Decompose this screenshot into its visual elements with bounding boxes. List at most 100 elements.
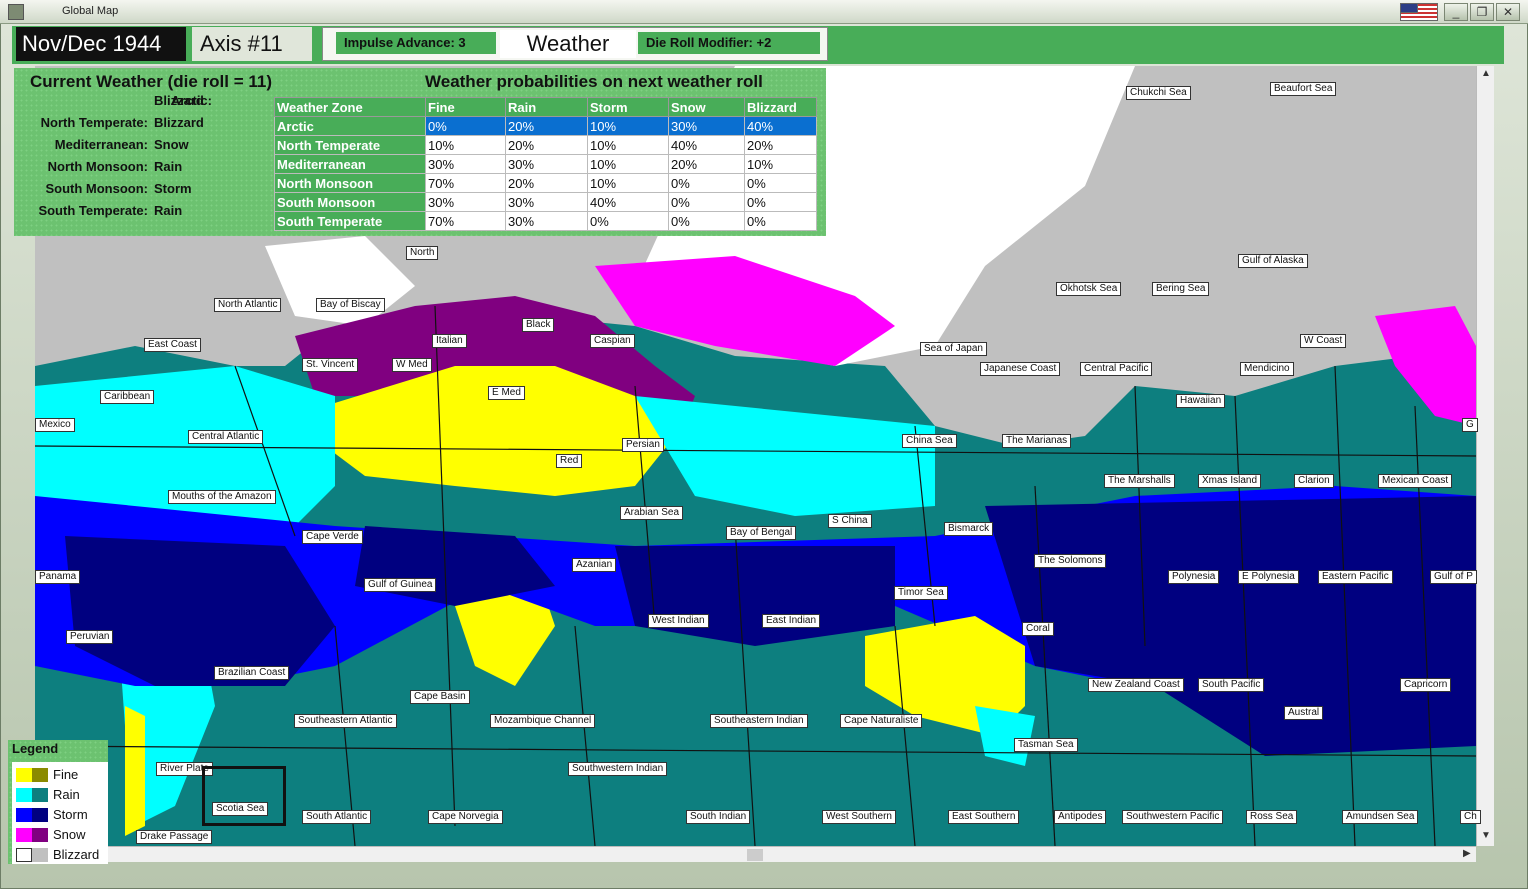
table-row[interactable]: North Temperate 10% 20% 10% 40% 20% — [274, 135, 817, 155]
sea-area-label[interactable]: Southwestern Pacific — [1122, 810, 1224, 824]
sea-area-label[interactable]: The Marshalls — [1104, 474, 1175, 488]
column-header[interactable]: Rain — [505, 97, 588, 117]
sea-area-label[interactable]: Austral — [1284, 706, 1324, 720]
sea-area-label[interactable]: South Atlantic — [302, 810, 372, 824]
close-button[interactable]: ✕ — [1496, 3, 1520, 21]
column-header[interactable]: Snow — [668, 97, 745, 117]
legend-swatch — [16, 768, 32, 782]
sea-area-label[interactable]: East Coast — [144, 338, 201, 352]
sea-area-label[interactable]: Central Pacific — [1080, 362, 1153, 376]
sea-area-label[interactable]: E Med — [488, 386, 525, 400]
column-header[interactable]: Blizzard — [744, 97, 817, 117]
table-row[interactable]: Arctic 0% 20% 10% 30% 40% — [274, 116, 817, 136]
sea-area-label[interactable]: Sea of Japan — [920, 342, 987, 356]
sea-area-label[interactable]: Azanian — [572, 558, 617, 572]
table-row[interactable]: South Temperate 70% 30% 0% 0% 0% — [274, 211, 817, 231]
sea-area-label[interactable]: Mendicino — [1240, 362, 1294, 376]
sea-area-label[interactable]: Drake Passage — [136, 830, 213, 844]
sea-area-label[interactable]: Mexico — [35, 418, 75, 432]
sea-area-label[interactable]: Coral — [1022, 622, 1054, 636]
sea-area-label[interactable]: Cape Verde — [302, 530, 363, 544]
sea-area-label[interactable]: Cape Naturaliste — [840, 714, 923, 728]
sea-area-label[interactable]: E Polynesia — [1238, 570, 1299, 584]
sea-area-label[interactable]: Antipodes — [1054, 810, 1107, 824]
sea-area-label[interactable]: Chukchi Sea — [1126, 86, 1191, 100]
sea-area-label[interactable]: Clarion — [1294, 474, 1334, 488]
sea-area-label[interactable]: Central Atlantic — [188, 430, 264, 444]
sea-area-label[interactable]: Cape Basin — [410, 690, 470, 704]
sea-area-label[interactable]: Mouths of the Amazon — [168, 490, 276, 504]
horizontal-scroll-thumb[interactable] — [747, 849, 763, 861]
sea-area-label[interactable]: East Southern — [948, 810, 1020, 824]
sea-area-label[interactable]: Tasman Sea — [1014, 738, 1078, 752]
sea-area-label[interactable]: Cape Norvegia — [428, 810, 503, 824]
sea-area-label[interactable]: Eastern Pacific — [1318, 570, 1393, 584]
sea-area-label[interactable]: Mozambique Channel — [490, 714, 596, 728]
sea-area-label[interactable]: S China — [828, 514, 872, 528]
scroll-up-arrow[interactable]: ▲ — [1481, 68, 1491, 79]
sea-area-label[interactable]: New Zealand Coast — [1088, 678, 1184, 692]
sea-area-label[interactable]: Xmas Island — [1198, 474, 1262, 488]
sea-area-label[interactable]: Bering Sea — [1152, 282, 1210, 296]
sea-area-label[interactable]: The Marianas — [1002, 434, 1072, 448]
scroll-right-arrow[interactable]: ▶ — [1463, 848, 1471, 859]
sea-area-label[interactable]: Arabian Sea — [620, 506, 684, 520]
sea-area-label[interactable]: North — [406, 246, 439, 260]
column-header[interactable]: Storm — [587, 97, 669, 117]
sea-area-label[interactable]: West Southern — [822, 810, 896, 824]
sea-area-label[interactable]: Southeastern Atlantic — [294, 714, 397, 728]
minimize-button[interactable]: _ — [1444, 3, 1468, 21]
table-row[interactable]: North Monsoon 70% 20% 10% 0% 0% — [274, 173, 817, 193]
sea-area-label[interactable]: Polynesia — [1168, 570, 1220, 584]
vertical-scrollbar[interactable]: ▲ ▼ — [1476, 66, 1494, 846]
sea-area-label[interactable]: Peruvian — [66, 630, 114, 644]
sea-area-label[interactable]: South Pacific — [1198, 678, 1265, 692]
sea-area-label[interactable]: Capricorn — [1400, 678, 1452, 692]
legend-label: Storm — [53, 807, 88, 822]
sea-area-label[interactable]: Gulf of Alaska — [1238, 254, 1308, 268]
sea-area-label[interactable]: Red — [556, 454, 583, 468]
restore-button[interactable]: ❐ — [1470, 3, 1494, 21]
sea-area-label[interactable]: East Indian — [762, 614, 821, 628]
sea-area-label[interactable]: Gulf of P — [1430, 570, 1477, 584]
sea-area-label[interactable]: Hawaiian — [1176, 394, 1226, 408]
sea-area-label[interactable]: South Indian — [686, 810, 751, 824]
sea-area-label[interactable]: Panama — [35, 570, 81, 584]
sea-area-label[interactable]: Caspian — [590, 334, 635, 348]
weather-button[interactable]: Weather — [500, 30, 636, 58]
legend-swatch — [32, 808, 48, 822]
sea-area-label[interactable]: North Atlantic — [214, 298, 282, 312]
sea-area-label[interactable]: Bismarck — [944, 522, 994, 536]
sea-area-label[interactable]: Timor Sea — [894, 586, 948, 600]
sea-area-label[interactable]: China Sea — [902, 434, 957, 448]
sea-area-label[interactable]: W Med — [392, 358, 432, 372]
column-header[interactable]: Fine — [425, 97, 506, 117]
sea-area-label[interactable]: Bay of Bengal — [726, 526, 797, 540]
sea-area-label[interactable]: Southwestern Indian — [568, 762, 668, 776]
sea-area-label[interactable]: St. Vincent — [302, 358, 359, 372]
sea-area-label[interactable]: Gulf of Guinea — [364, 578, 437, 592]
sea-area-label[interactable]: Persian — [622, 438, 664, 452]
sea-area-label[interactable]: G — [1462, 418, 1478, 432]
sea-area-label[interactable]: Caribbean — [100, 390, 155, 404]
sea-area-label[interactable]: West Indian — [648, 614, 709, 628]
sea-area-label[interactable]: Italian — [432, 334, 467, 348]
sea-area-label[interactable]: Amundsen Sea — [1342, 810, 1419, 824]
table-row[interactable]: Mediterranean 30% 30% 10% 20% 10% — [274, 154, 817, 174]
sea-area-label[interactable]: Brazilian Coast — [214, 666, 290, 680]
sea-area-label[interactable]: Black — [522, 318, 555, 332]
column-header[interactable]: Weather Zone — [274, 97, 426, 117]
sea-area-label[interactable]: W Coast — [1300, 334, 1347, 348]
sea-area-label[interactable]: Okhotsk Sea — [1056, 282, 1122, 296]
table-row[interactable]: South Monsoon 30% 30% 40% 0% 0% — [274, 192, 817, 212]
sea-area-label[interactable]: The Solomons — [1034, 554, 1107, 568]
sea-area-label[interactable]: Mexican Coast — [1378, 474, 1453, 488]
sea-area-label[interactable]: Beaufort Sea — [1270, 82, 1337, 96]
scroll-down-arrow[interactable]: ▼ — [1481, 830, 1491, 841]
horizontal-scrollbar[interactable]: ▶ — [35, 846, 1476, 862]
sea-area-label[interactable]: Bay of Biscay — [316, 298, 385, 312]
sea-area-label[interactable]: Ross Sea — [1246, 810, 1298, 824]
sea-area-label[interactable]: Ch — [1460, 810, 1481, 824]
sea-area-label[interactable]: Japanese Coast — [980, 362, 1061, 376]
sea-area-label[interactable]: Southeastern Indian — [710, 714, 808, 728]
